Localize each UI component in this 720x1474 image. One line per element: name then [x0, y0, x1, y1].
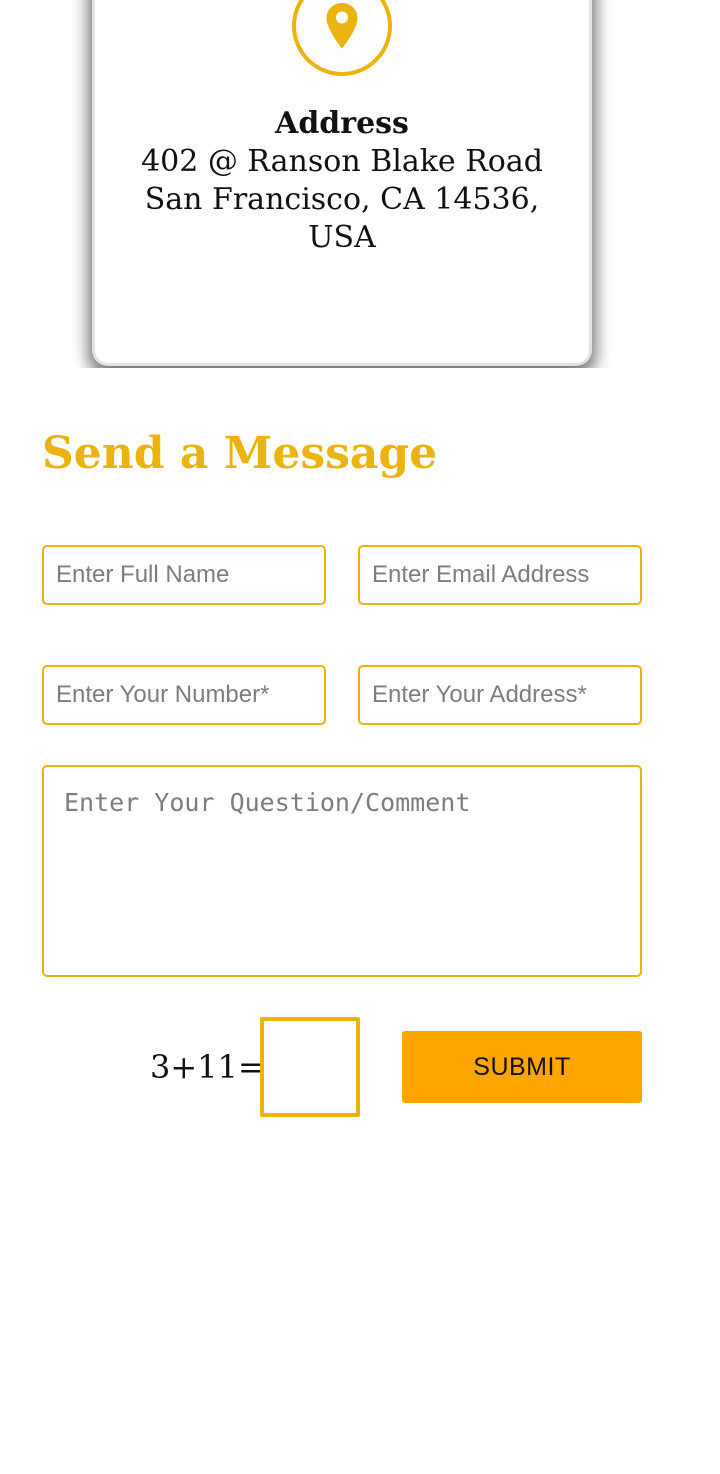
address-card-region: Address 402 @ Ranson Blake Road San Fran…	[0, 0, 720, 368]
captcha-question: 3+11=	[150, 1048, 265, 1086]
address-input[interactable]	[358, 665, 642, 725]
full-name-input[interactable]	[42, 545, 326, 605]
send-message-heading: Send a Message	[42, 428, 438, 479]
address-text: 402 @ Ranson Blake Road San Francisco, C…	[92, 143, 592, 257]
address-line-2: San Francisco, CA 14536,	[144, 182, 540, 217]
comment-textarea[interactable]	[42, 765, 642, 977]
captcha-answer-input[interactable]	[260, 1017, 360, 1117]
phone-number-input[interactable]	[42, 665, 326, 725]
email-input[interactable]	[358, 545, 642, 605]
address-title: Address	[275, 106, 409, 141]
address-line-1: 402 @ Ranson Blake Road	[141, 144, 543, 179]
submit-button[interactable]: SUBMIT	[402, 1031, 642, 1103]
address-line-3: USA	[308, 220, 376, 255]
map-pin-icon	[326, 3, 358, 49]
